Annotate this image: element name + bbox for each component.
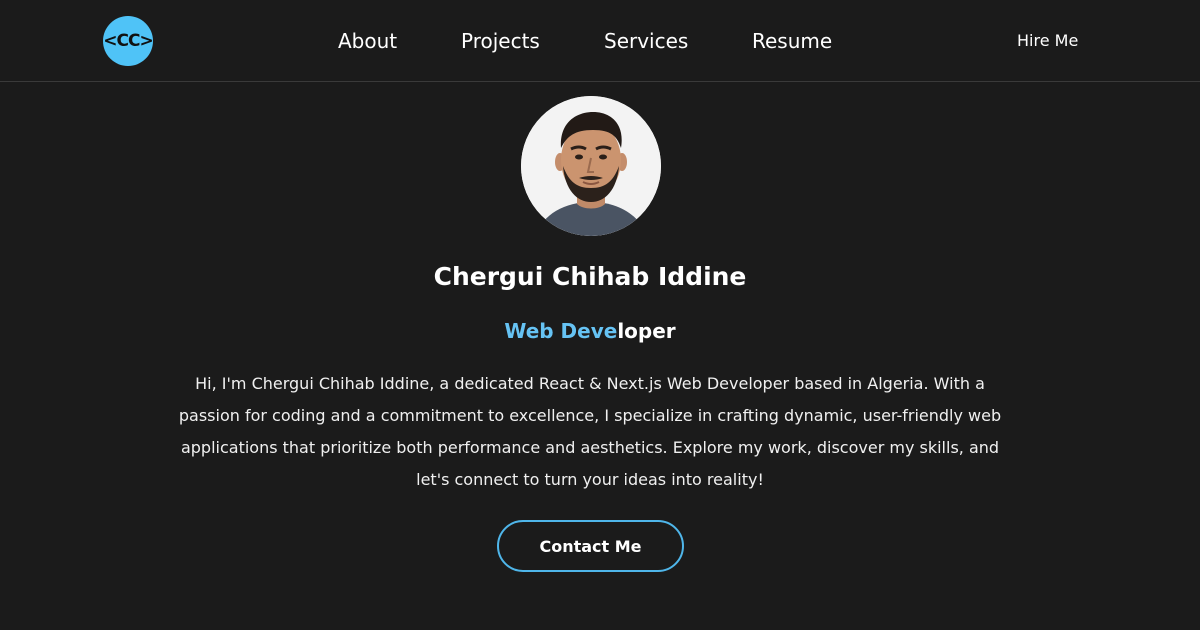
contact-me-button[interactable]: Contact Me bbox=[497, 520, 684, 572]
nav-link-resume[interactable]: Resume bbox=[752, 28, 832, 54]
nav-link-services[interactable]: Services bbox=[604, 28, 688, 54]
hero-section: Chergui Chihab Iddine Web Developer Hi, … bbox=[0, 83, 1200, 630]
navbar: <CC> About Projects Services Resume Hire… bbox=[0, 0, 1200, 82]
profile-photo-icon bbox=[521, 96, 661, 236]
avatar bbox=[521, 96, 661, 236]
profile-role: Web Developer bbox=[0, 318, 1180, 344]
profile-bio: Hi, I'm Chergui Chihab Iddine, a dedicat… bbox=[178, 374, 1002, 489]
role-rest-text: loper bbox=[617, 319, 676, 343]
nav-link-about[interactable]: About bbox=[338, 28, 397, 54]
profile-name: Chergui Chihab Iddine bbox=[433, 262, 747, 291]
role-accent-text: Web Deve bbox=[504, 319, 618, 343]
hire-me-button[interactable]: Hire Me bbox=[1017, 31, 1078, 51]
nav-link-projects[interactable]: Projects bbox=[461, 28, 540, 54]
